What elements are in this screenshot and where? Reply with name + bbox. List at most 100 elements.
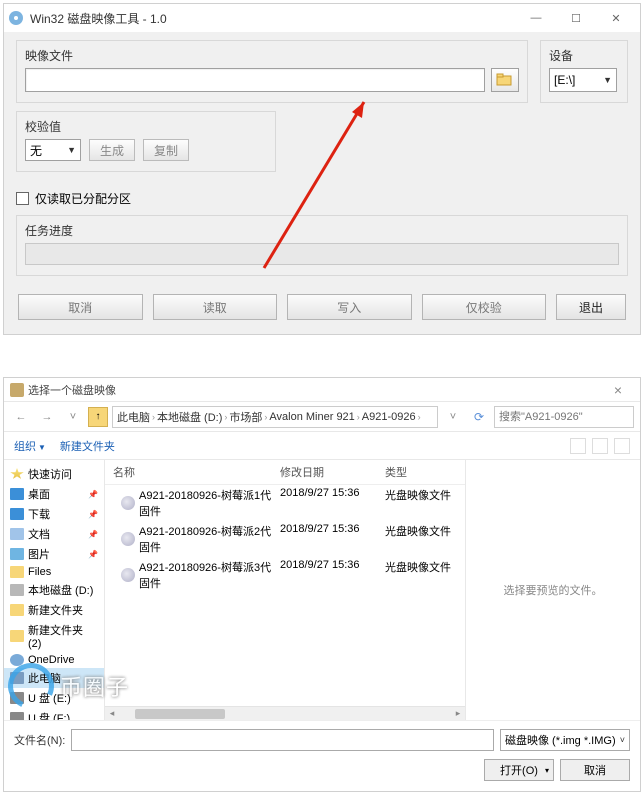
organize-menu[interactable]: 组织▼	[14, 438, 46, 454]
scroll-thumb[interactable]	[135, 709, 225, 719]
verify-button[interactable]: 仅校验	[422, 294, 547, 320]
exit-button[interactable]: 退出	[556, 294, 626, 320]
browse-button[interactable]	[491, 68, 519, 92]
app-icon	[8, 10, 24, 26]
cancel-button[interactable]: 取消	[560, 759, 630, 781]
folder-icon	[10, 566, 24, 578]
copy-button[interactable]: 复制	[143, 139, 189, 161]
forward-button[interactable]: →	[36, 406, 58, 428]
sidebar-item[interactable]: U 盘 (F:)	[4, 708, 104, 720]
cancel-button[interactable]: 取消	[18, 294, 143, 320]
breadcrumb-item[interactable]: 市场部	[229, 409, 262, 425]
breadcrumb-item[interactable]: 本地磁盘 (D:)	[157, 409, 222, 425]
sidebar-item[interactable]: 快速访问	[4, 464, 104, 484]
file-type: 光盘映像文件	[385, 559, 465, 591]
recent-button[interactable]: ˅	[62, 406, 84, 428]
search-input[interactable]	[494, 406, 634, 428]
file-type: 光盘映像文件	[385, 523, 465, 555]
file-name: A921-20180926-树莓派3代固件	[139, 559, 280, 591]
filename-input[interactable]	[71, 729, 494, 751]
device-label: 设备	[549, 47, 619, 64]
breadcrumb-item[interactable]: A921-0926	[362, 411, 416, 423]
sidebar-item[interactable]: OneDrive	[4, 652, 104, 668]
titlebar: Win32 磁盘映像工具 - 1.0 — ☐ ✕	[4, 4, 640, 32]
file-row[interactable]: A921-20180926-树莓派2代固件2018/9/27 15:36光盘映像…	[105, 521, 465, 557]
sidebar-item[interactable]: 新建文件夹 (2)	[4, 620, 104, 652]
progress-bar	[25, 243, 619, 265]
sidebar-item[interactable]: 本地磁盘 (D:)	[4, 580, 104, 600]
folder-icon	[10, 383, 24, 397]
breadcrumb-dropdown[interactable]: ˅	[442, 406, 464, 428]
preview-pane: 选择要预览的文件。	[466, 460, 640, 720]
sidebar-item[interactable]: Files	[4, 564, 104, 580]
sidebar-item[interactable]: 文档📌	[4, 524, 104, 544]
pin-icon: 📌	[88, 530, 98, 539]
pin-icon: 📌	[88, 490, 98, 499]
sidebar-item[interactable]: U 盘 (E:)	[4, 688, 104, 708]
chevron-right-icon: ›	[357, 412, 360, 422]
toolbar: 组织▼ 新建文件夹	[4, 432, 640, 460]
help-button[interactable]	[614, 438, 630, 454]
up-button[interactable]: ↑	[88, 407, 108, 427]
maximize-button[interactable]: ☐	[556, 6, 596, 30]
col-name[interactable]: 名称	[105, 464, 280, 480]
refresh-button[interactable]: ⟳	[468, 406, 490, 428]
sidebar-item-label: U 盘 (E:)	[28, 690, 71, 706]
close-button[interactable]: ✕	[596, 6, 636, 30]
chevron-right-icon: ›	[264, 412, 267, 422]
disc-image-icon	[121, 496, 135, 510]
chevron-right-icon: ›	[418, 412, 421, 422]
read-allocated-only-row[interactable]: 仅读取已分配分区	[16, 190, 628, 207]
file-date: 2018/9/27 15:36	[280, 523, 385, 555]
device-group: 设备 [E:\] ▼	[540, 40, 628, 103]
sidebar-item-label: 快速访问	[28, 466, 72, 482]
minimize-button[interactable]: —	[516, 6, 556, 30]
breadcrumb[interactable]: 此电脑›本地磁盘 (D:)›市场部›Avalon Miner 921›A921-…	[112, 406, 438, 428]
hash-value: 无	[30, 142, 42, 159]
write-button[interactable]: 写入	[287, 294, 412, 320]
new-folder-button[interactable]: 新建文件夹	[60, 438, 115, 454]
view-mode-button[interactable]	[570, 438, 586, 454]
sidebar-item-label: U 盘 (F:)	[28, 710, 70, 720]
file-row[interactable]: A921-20180926-树莓派1代固件2018/9/27 15:36光盘映像…	[105, 485, 465, 521]
pin-icon: 📌	[88, 510, 98, 519]
col-type[interactable]: 类型	[385, 464, 465, 480]
close-button[interactable]: ×	[602, 382, 634, 398]
folder-open-icon	[496, 73, 514, 87]
sidebar-item-label: Files	[28, 566, 51, 578]
sidebar-item[interactable]: 下载📌	[4, 504, 104, 524]
preview-toggle-button[interactable]	[592, 438, 608, 454]
generate-button[interactable]: 生成	[89, 139, 135, 161]
disk-icon	[10, 584, 24, 596]
sidebar: 快速访问桌面📌下载📌文档📌图片📌 Files 本地磁盘 (D:)新建文件夹新建文件夹…	[4, 460, 105, 720]
sidebar-item[interactable]: 桌面📌	[4, 484, 104, 504]
sidebar-item[interactable]: 图片📌	[4, 544, 104, 564]
h-scrollbar[interactable]: ◂ ▸	[105, 706, 465, 720]
folder-icon	[10, 604, 24, 616]
col-date[interactable]: 修改日期	[280, 464, 385, 480]
file-type-select[interactable]: 磁盘映像 (*.img *.IMG) ˅	[500, 729, 630, 751]
file-row[interactable]: A921-20180926-树莓派3代固件2018/9/27 15:36光盘映像…	[105, 557, 465, 593]
back-button[interactable]: ←	[10, 406, 32, 428]
image-path-input[interactable]	[25, 68, 485, 92]
device-select[interactable]: [E:\] ▼	[549, 68, 617, 92]
dialog-footer: 文件名(N): 磁盘映像 (*.img *.IMG) ˅ 打开(O) 取消	[4, 720, 640, 791]
chevron-right-icon: ›	[224, 412, 227, 422]
desk-icon	[10, 488, 24, 500]
chevron-down-icon: ▼	[603, 75, 612, 85]
breadcrumb-item[interactable]: Avalon Miner 921	[269, 411, 354, 423]
sidebar-item[interactable]: 新建文件夹	[4, 600, 104, 620]
sidebar-item-label: 此电脑	[28, 670, 61, 686]
read-button[interactable]: 读取	[153, 294, 278, 320]
progress-label: 任务进度	[25, 222, 619, 239]
dialog-title: 选择一个磁盘映像	[28, 382, 116, 398]
sidebar-item-label: OneDrive	[28, 654, 74, 666]
filename-label: 文件名(N):	[14, 732, 65, 748]
sidebar-item[interactable]: 此电脑	[4, 668, 104, 688]
dl-icon	[10, 508, 24, 520]
doc-icon	[10, 528, 24, 540]
open-button[interactable]: 打开(O)	[484, 759, 554, 781]
breadcrumb-item[interactable]: 此电脑	[117, 409, 150, 425]
hash-select[interactable]: 无 ▼	[25, 139, 81, 161]
column-headers: 名称 修改日期 类型	[105, 460, 465, 485]
